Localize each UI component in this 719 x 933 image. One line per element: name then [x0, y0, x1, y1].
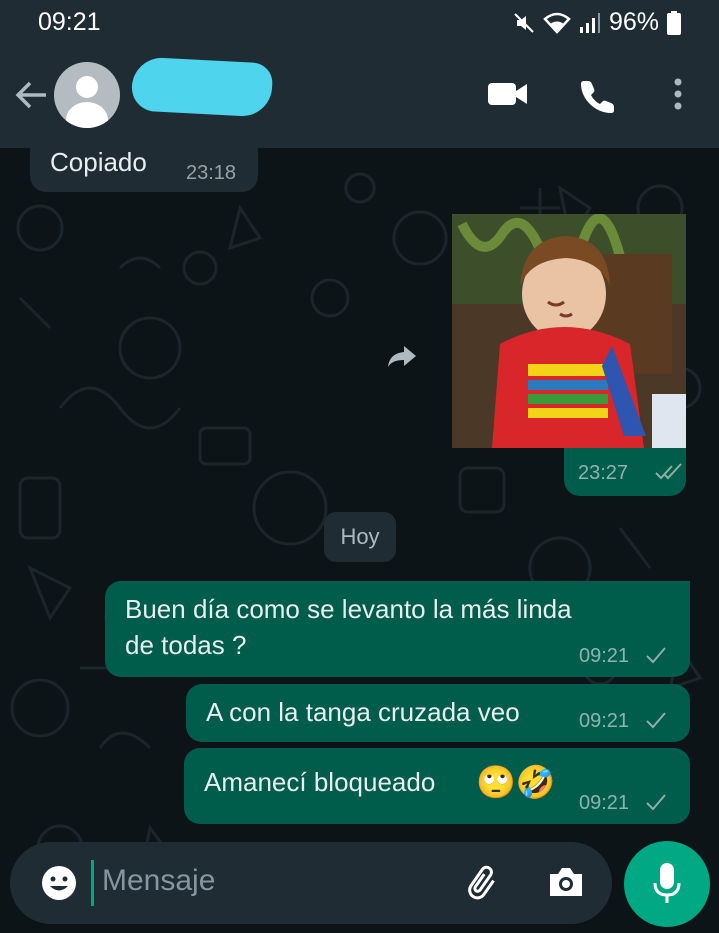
status-icons: 96%	[513, 8, 681, 37]
video-call-icon[interactable]	[488, 80, 528, 108]
message-time: 09:21	[579, 792, 630, 814]
message-time: 23:18	[186, 162, 237, 184]
contact-name[interactable]: M	[130, 56, 274, 118]
attach-icon[interactable]	[466, 864, 506, 904]
message-text: Copiado	[50, 147, 147, 177]
message-bubble-incoming[interactable]: Copiado 23:18	[30, 132, 258, 192]
message-text: A con la tanga cruzada veo	[206, 697, 520, 727]
single-check-icon	[646, 712, 666, 729]
message-bubble-outgoing[interactable]: Buen día como se levanto la más linda de…	[105, 581, 690, 677]
status-time: 09:21	[38, 8, 101, 36]
redaction-mark	[130, 56, 274, 118]
app-header: 09:21 96% M	[0, 0, 719, 148]
text-cursor	[91, 860, 94, 906]
message-time: 09:21	[579, 710, 630, 732]
wifi-icon	[543, 12, 571, 34]
single-check-icon	[646, 794, 666, 811]
image-timestamp-chip: 23:27	[564, 448, 686, 496]
camera-icon[interactable]	[546, 864, 586, 900]
forward-icon[interactable]	[382, 336, 422, 376]
microphone-icon	[653, 863, 681, 903]
signal-icon	[579, 12, 600, 33]
photo-content	[452, 214, 686, 448]
message-text: Amanecí bloqueado	[204, 767, 436, 797]
message-emojis: 🙄🤣	[476, 764, 556, 800]
more-menu-icon[interactable]	[670, 76, 686, 112]
message-time: 23:27	[578, 462, 629, 484]
mute-icon	[514, 12, 534, 33]
message-composer: Mensaje	[10, 842, 612, 924]
back-arrow-icon[interactable]	[14, 80, 48, 110]
battery-percent: 96%	[608, 8, 659, 36]
mic-button[interactable]	[624, 841, 710, 927]
image-message[interactable]	[452, 214, 686, 448]
message-bubble-outgoing[interactable]: A con la tanga cruzada veo 09:21	[186, 684, 690, 742]
avatar[interactable]	[54, 62, 120, 128]
emoji-icon[interactable]	[40, 864, 78, 902]
message-time: 09:21	[579, 645, 630, 667]
single-check-icon	[646, 647, 666, 664]
voice-call-icon[interactable]	[580, 78, 616, 114]
message-bubble-outgoing[interactable]: Amanecí bloqueado 🙄🤣 09:21	[184, 748, 690, 824]
battery-icon	[667, 10, 681, 35]
message-text: Buen día como se levanto la más linda	[125, 594, 572, 624]
message-input[interactable]: Mensaje	[102, 864, 215, 898]
double-check-icon	[655, 463, 682, 480]
message-text-line2: de todas ?	[125, 630, 247, 660]
date-separator: Hoy	[324, 512, 396, 562]
